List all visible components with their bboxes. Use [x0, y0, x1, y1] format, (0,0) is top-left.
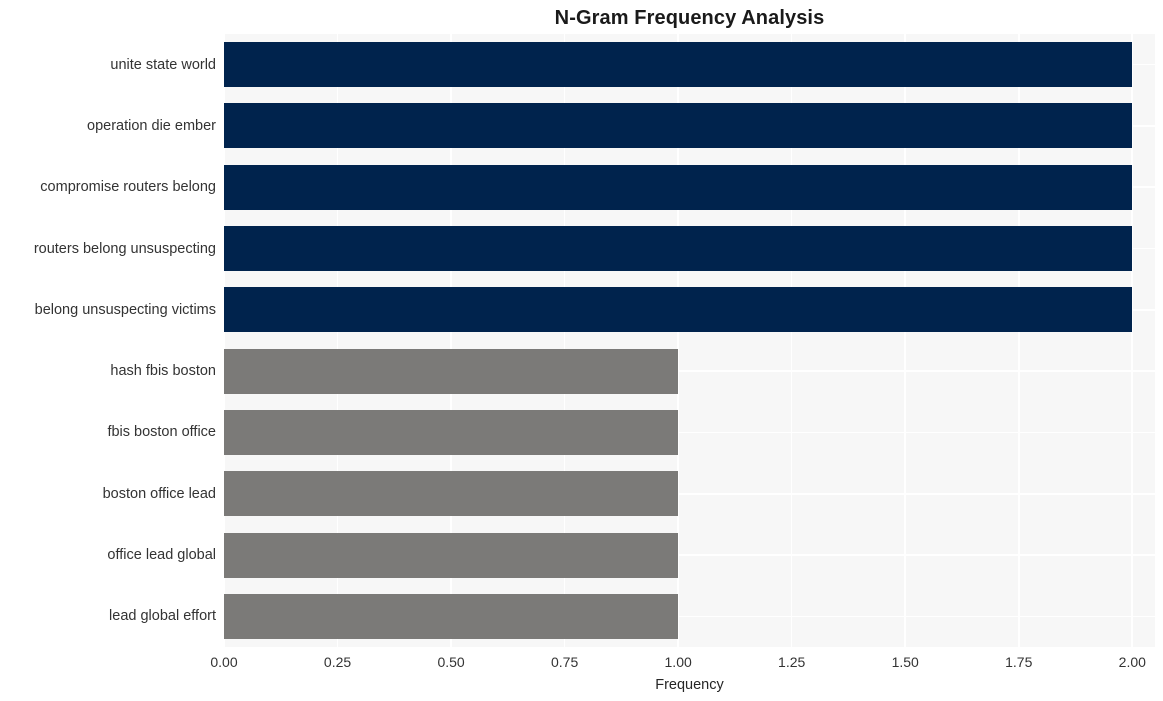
chart-title: N-Gram Frequency Analysis	[554, 7, 825, 29]
y-tick-label: compromise routers belong	[40, 179, 216, 196]
x-axis-title: Frequency	[655, 677, 724, 693]
y-tick-label: operation die ember	[87, 117, 216, 134]
y-axis-tick-labels: unite state world operation die ember comp…	[0, 34, 216, 647]
bar[interactable]	[224, 348, 679, 394]
y-tick-label: fbis boston office	[107, 424, 216, 441]
bar[interactable]	[224, 409, 679, 455]
x-tick-label: 0.75	[550, 654, 579, 670]
x-tick-label: 1.00	[664, 654, 692, 670]
bar[interactable]	[224, 42, 1133, 88]
bar[interactable]	[224, 471, 679, 517]
x-tick-label: 1.50	[891, 654, 919, 670]
plot-area	[224, 34, 1155, 647]
y-tick-label: routers belong unsuspecting	[33, 240, 216, 257]
bar[interactable]	[224, 593, 679, 639]
x-tick-label: 0.25	[323, 654, 352, 670]
x-axis: Frequency 0.00 0.25 0.50 0.75 1.00 1.25 1.50 1.…	[0, 647, 1163, 701]
y-tick-label: lead global effort	[109, 608, 216, 625]
x-tick-label: 1.25	[778, 654, 806, 670]
bar[interactable]	[224, 532, 679, 578]
y-tick-label: hash fbis boston	[110, 363, 216, 380]
bar[interactable]	[224, 287, 1133, 333]
bar[interactable]	[224, 164, 1133, 210]
y-tick-label: office lead global	[107, 547, 216, 564]
chart-figure: N-Gram Frequency Analysis unite state wo…	[0, 0, 1163, 701]
y-tick-label: boston office lead	[102, 485, 216, 502]
x-tick-label: 0.00	[210, 654, 238, 670]
bar[interactable]	[224, 103, 1133, 149]
x-tick-label: 2.00	[1118, 654, 1146, 670]
bar[interactable]	[224, 226, 1133, 272]
x-tick-label: 0.50	[437, 654, 465, 670]
y-tick-label: unite state world	[110, 56, 216, 73]
x-tick-label: 1.75	[1005, 654, 1033, 670]
y-tick-label: belong unsuspecting victims	[34, 301, 216, 318]
